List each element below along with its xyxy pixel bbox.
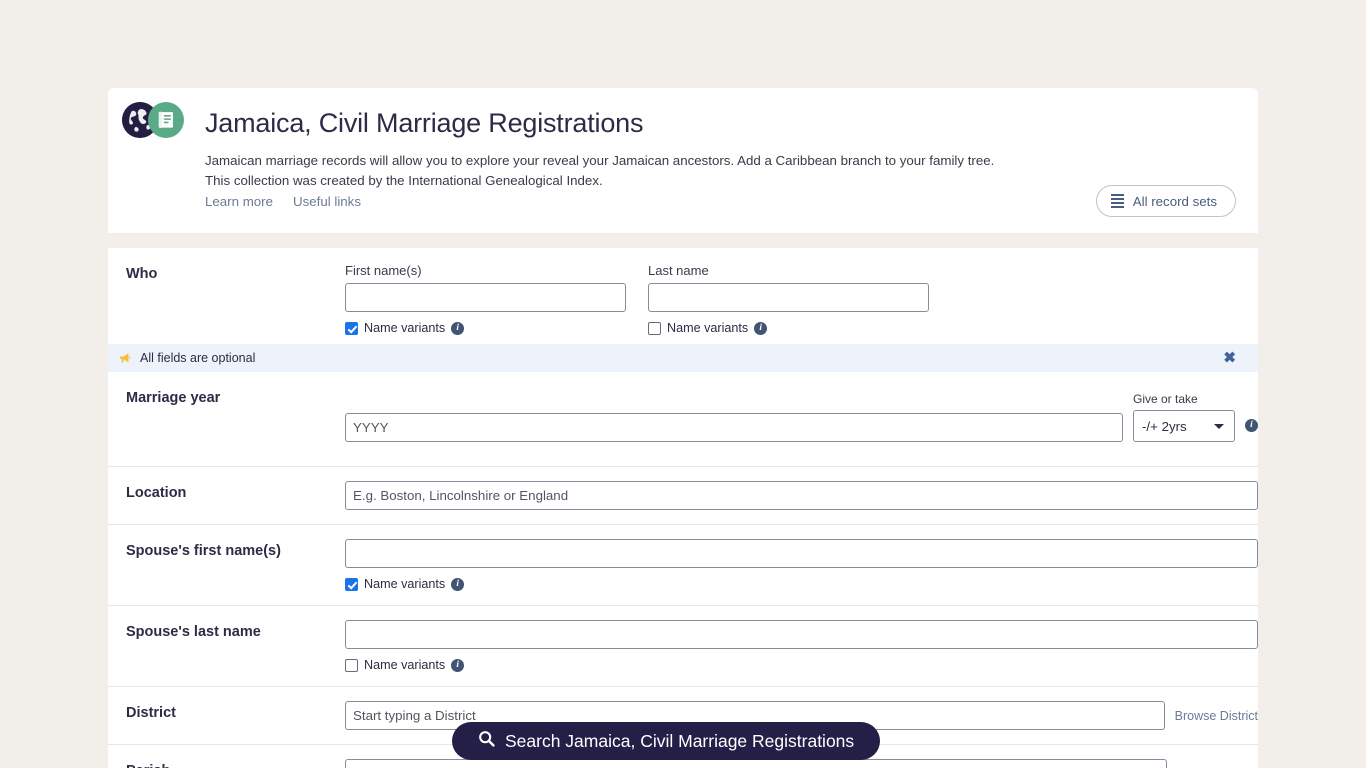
learn-more-link[interactable]: Learn more xyxy=(205,194,273,209)
first-name-variants-checkbox[interactable] xyxy=(345,321,358,335)
search-button[interactable]: Search Jamaica, Civil Marriage Registrat… xyxy=(452,722,881,760)
form-row-location: Location xyxy=(108,467,1258,525)
spouse-first-variants-checkbox[interactable] xyxy=(345,577,358,591)
last-name-label: Last name xyxy=(648,263,709,278)
spouse-last-variants-line: Name variants i xyxy=(345,658,1258,672)
parish-label: Parish xyxy=(108,745,345,768)
search-button-label: Search Jamaica, Civil Marriage Registrat… xyxy=(505,730,855,751)
last-name-variants-label: Name variants xyxy=(667,321,749,335)
info-icon[interactable]: i xyxy=(1245,419,1258,432)
first-name-label: First name(s) xyxy=(345,263,422,278)
collection-icon-group xyxy=(122,102,196,138)
spouse-first-name-label: Spouse's first name(s) xyxy=(126,543,281,559)
spouse-last-name-input[interactable] xyxy=(345,620,1258,649)
spouse-first-name-input[interactable] xyxy=(345,539,1258,568)
useful-links-link[interactable]: Useful links xyxy=(293,194,361,209)
who-label: Who xyxy=(126,266,158,282)
info-icon[interactable]: i xyxy=(451,321,465,335)
info-icon[interactable]: i xyxy=(451,658,465,672)
location-label: Location xyxy=(126,485,187,501)
form-row-who: Who First name(s) Name variants i Last n… xyxy=(108,248,1258,344)
all-record-sets-button[interactable]: All record sets xyxy=(1095,185,1236,217)
spouse-first-variants-label: Name variants xyxy=(364,577,446,591)
who-fields: First name(s) Name variants i Last name xyxy=(345,258,1258,335)
parish-input[interactable] xyxy=(345,759,1168,768)
search-form-panel: Who First name(s) Name variants i Last n… xyxy=(108,248,1258,768)
collection-description: Jamaican marriage records will allow you… xyxy=(205,153,995,188)
form-row-marriage-year: Marriage year Give or take -/+ 2yrs i xyxy=(108,372,1258,467)
record-set-header-card: Jamaica, Civil Marriage Registrations Ja… xyxy=(108,88,1258,233)
give-or-take-group: Give or take -/+ 2yrs xyxy=(1133,392,1235,442)
last-name-variants-line: Name variants i xyxy=(648,321,929,335)
district-label: District xyxy=(126,705,176,721)
parish-controls: Browse Parish xyxy=(345,759,1258,768)
info-icon[interactable]: i xyxy=(451,577,465,591)
spouse-last-variants-label: Name variants xyxy=(364,658,446,672)
all-record-sets-label: All record sets xyxy=(1132,193,1217,209)
first-name-variants-label: Name variants xyxy=(364,321,446,335)
marriage-year-controls: Give or take -/+ 2yrs i xyxy=(345,382,1258,456)
spouse-first-variants-line: Name variants i xyxy=(345,577,1258,591)
spouse-last-variants-checkbox[interactable] xyxy=(345,658,358,672)
chevron-down-icon xyxy=(1214,423,1224,429)
optional-banner-text: All fields are optional xyxy=(140,351,256,365)
form-row-spouse-last-name: Spouse's last name Name variants i xyxy=(108,606,1258,687)
info-icon[interactable]: i xyxy=(754,321,768,335)
megaphone-icon xyxy=(118,352,132,364)
browse-district-link[interactable]: Browse District xyxy=(1175,709,1258,723)
form-row-spouse-first-name: Spouse's first name(s) Name variants i xyxy=(108,525,1258,606)
give-or-take-select[interactable]: -/+ 2yrs xyxy=(1133,410,1235,442)
search-icon xyxy=(478,730,495,752)
first-name-group: First name(s) Name variants i xyxy=(345,263,626,335)
book-icon xyxy=(148,102,184,138)
header-links: Learn more Useful links xyxy=(205,194,361,209)
marriage-year-label: Marriage year xyxy=(126,390,221,406)
first-name-input[interactable] xyxy=(345,283,626,312)
page-title: Jamaica, Civil Marriage Registrations xyxy=(205,108,644,138)
last-name-variants-checkbox[interactable] xyxy=(648,321,661,335)
give-or-take-value: -/+ 2yrs xyxy=(1142,418,1187,434)
give-or-take-label: Give or take xyxy=(1133,392,1198,406)
close-icon[interactable]: ✖ xyxy=(1223,351,1236,366)
spouse-last-name-label: Spouse's last name xyxy=(126,624,261,640)
marriage-year-input[interactable] xyxy=(345,413,1123,442)
last-name-group: Last name Name variants i xyxy=(648,263,929,335)
page-root: Jamaica, Civil Marriage Registrations Ja… xyxy=(0,0,1366,768)
first-name-variants-line: Name variants i xyxy=(345,321,626,335)
list-icon xyxy=(1110,194,1124,208)
all-fields-optional-banner: All fields are optional ✖ xyxy=(108,344,1258,372)
location-input[interactable] xyxy=(345,481,1258,510)
last-name-input[interactable] xyxy=(648,283,929,312)
